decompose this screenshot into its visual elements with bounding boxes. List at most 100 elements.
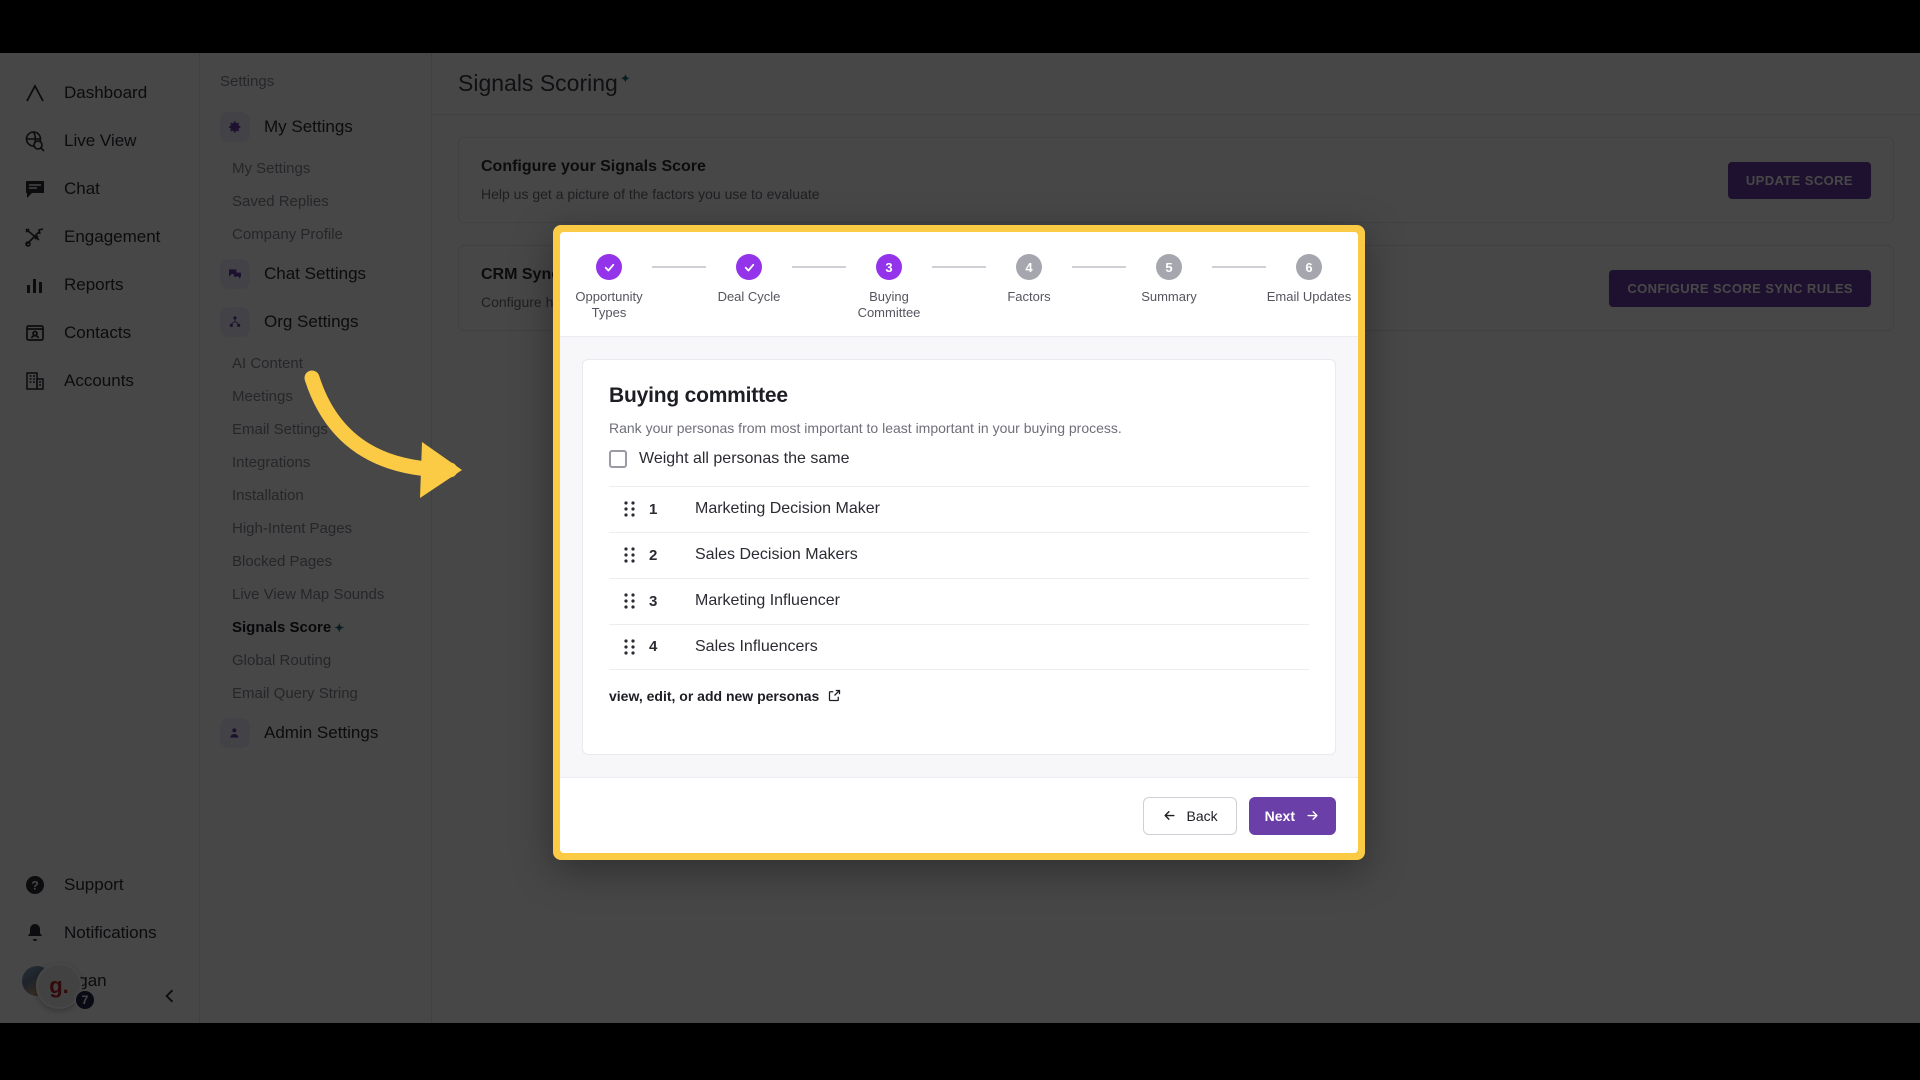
persona-row[interactable]: 3 Marketing Influencer <box>609 577 1309 624</box>
drag-handle-icon[interactable] <box>609 501 649 517</box>
nav-item-accounts[interactable]: Accounts <box>0 357 199 405</box>
nav-item-live-view[interactable]: Live View <box>0 117 199 165</box>
arrow-left-icon <box>1162 808 1177 823</box>
settings-item-email-query-string[interactable]: Email Query String <box>200 677 431 710</box>
settings-group-admin-settings[interactable]: Admin Settings <box>200 710 431 756</box>
page-title-text: Signals Scoring <box>458 70 618 96</box>
settings-item-my-settings[interactable]: My Settings <box>200 152 431 185</box>
notification-count-badge: 7 <box>74 989 96 1011</box>
primary-navigation: Dashboard Live View Chat Engagement Repo… <box>0 53 200 1023</box>
contact-card-icon <box>22 320 48 346</box>
settings-group-my-settings[interactable]: My Settings <box>200 104 431 150</box>
settings-item-blocked-pages[interactable]: Blocked Pages <box>200 545 431 578</box>
sparkle-icon: ✦ <box>334 620 345 635</box>
weight-all-personas-checkbox[interactable] <box>609 449 627 468</box>
persona-row[interactable]: 2 Sales Decision Makers <box>609 531 1309 578</box>
persona-row[interactable]: 4 Sales Influencers <box>609 623 1309 670</box>
configure-score-sync-rules-button[interactable]: CONFIGURE SCORE SYNC RULES <box>1609 269 1871 307</box>
persona-name: Marketing Decision Maker <box>695 500 880 517</box>
nav-item-notifications[interactable]: Notifications <box>0 909 199 957</box>
chat-settings-icon <box>220 259 250 289</box>
settings-item-integrations[interactable]: Integrations <box>200 446 431 479</box>
settings-item-saved-replies[interactable]: Saved Replies <box>200 185 431 218</box>
card-title: Configure your Signals Score <box>481 158 706 175</box>
bell-icon <box>22 920 48 946</box>
step-indicator-current: 3 <box>876 254 902 280</box>
persona-ranking-list: 1 Marketing Decision Maker 2 Sales Decis… <box>609 485 1309 670</box>
step-email-updates[interactable]: 6 Email Updates <box>1266 254 1352 305</box>
step-summary[interactable]: 5 Summary <box>1126 254 1212 305</box>
settings-item-label: Company Profile <box>232 226 343 243</box>
settings-item-label: Global Routing <box>232 652 332 669</box>
nav-label: Live View <box>64 131 137 150</box>
persona-name: Marketing Influencer <box>695 592 840 609</box>
settings-item-label: Email Settings <box>232 421 328 438</box>
svg-text:?: ? <box>31 879 38 893</box>
step-factors[interactable]: 4 Factors <box>986 254 1072 305</box>
settings-item-label: Email Query String <box>232 685 358 702</box>
drag-handle-icon[interactable] <box>609 547 649 563</box>
signals-score-wizard-modal: Opportunity Types Deal Cycle 3 Buying Co… <box>553 225 1365 860</box>
step-indicator: 5 <box>1156 254 1182 280</box>
checkbox-label: Weight all personas the same <box>639 449 850 467</box>
settings-item-label: Installation <box>232 487 304 504</box>
view-edit-personas-link[interactable]: view, edit, or add new personas <box>609 688 842 704</box>
screen: Dashboard Live View Chat Engagement Repo… <box>0 0 1920 1080</box>
persona-rank: 4 <box>649 638 658 655</box>
settings-item-company-profile[interactable]: Company Profile <box>200 218 431 251</box>
nav-item-engagement[interactable]: Engagement <box>0 213 199 261</box>
persona-row[interactable]: 1 Marketing Decision Maker <box>609 485 1309 532</box>
panel-title: Buying committee <box>609 383 788 407</box>
nav-label: Accounts <box>64 371 134 390</box>
globe-search-icon <box>22 128 48 154</box>
settings-item-signals-score[interactable]: Signals Score ✦ <box>200 611 431 644</box>
settings-item-email-settings[interactable]: Email Settings <box>200 413 431 446</box>
collapse-sidebar-button[interactable] <box>159 985 181 1007</box>
next-button-label: Next <box>1264 807 1295 824</box>
nav-label: Contacts <box>64 323 132 342</box>
settings-item-global-routing[interactable]: Global Routing <box>200 644 431 677</box>
bar-chart-icon <box>22 272 48 298</box>
settings-item-meetings[interactable]: Meetings <box>200 380 431 413</box>
settings-item-label: Live View Map Sounds <box>232 586 385 603</box>
page-header: Signals Scoring ✦ <box>432 53 1920 115</box>
arrow-right-icon <box>1305 808 1320 823</box>
settings-item-label: Signals Score <box>232 619 332 636</box>
nav-item-support[interactable]: ? Support <box>0 861 199 909</box>
help-circle-icon: ? <box>22 872 48 898</box>
step-label: Summary <box>1141 289 1197 304</box>
settings-item-label: Saved Replies <box>232 193 329 210</box>
settings-item-high-intent-pages[interactable]: High-Intent Pages <box>200 512 431 545</box>
modal-inner: Opportunity Types Deal Cycle 3 Buying Co… <box>560 232 1358 853</box>
nav-label: Chat <box>64 179 100 198</box>
persona-rank: 2 <box>649 546 658 564</box>
step-opportunity-types[interactable]: Opportunity Types <box>566 254 652 322</box>
drag-handle-icon[interactable] <box>609 593 649 609</box>
settings-item-installation[interactable]: Installation <box>200 479 431 512</box>
nav-item-contacts[interactable]: Contacts <box>0 309 199 357</box>
nav-item-chat[interactable]: Chat <box>0 165 199 213</box>
settings-item-live-view-map-sounds[interactable]: Live View Map Sounds <box>200 578 431 611</box>
update-score-button[interactable]: UPDATE SCORE <box>1727 161 1871 199</box>
step-connector <box>1072 266 1126 268</box>
persona-name: Sales Influencers <box>695 637 818 655</box>
settings-item-label: High-Intent Pages <box>232 520 353 537</box>
settings-item-label: Meetings <box>232 388 293 405</box>
weight-all-personas-checkbox-row[interactable]: Weight all personas the same <box>609 449 1309 468</box>
chat-bubble-icon <box>22 176 48 202</box>
settings-item-ai-content[interactable]: AI Content <box>200 347 431 380</box>
step-label: Email Updates <box>1266 289 1352 304</box>
back-button[interactable]: Back <box>1142 796 1237 835</box>
settings-group-org-settings[interactable]: Org Settings <box>200 299 431 345</box>
nav-label: Dashboard <box>64 83 148 102</box>
gear-icon <box>220 112 250 142</box>
card-text-group: Configure your Signals Score Help us get… <box>481 158 820 202</box>
step-buying-committee[interactable]: 3 Buying Committee <box>846 254 932 322</box>
page-title: Signals Scoring ✦ <box>458 70 631 97</box>
next-button[interactable]: Next <box>1248 796 1336 835</box>
nav-item-dashboard[interactable]: Dashboard <box>0 69 199 117</box>
drag-handle-icon[interactable] <box>609 638 649 655</box>
step-deal-cycle[interactable]: Deal Cycle <box>706 254 792 305</box>
nav-item-reports[interactable]: Reports <box>0 261 199 309</box>
settings-group-chat-settings[interactable]: Chat Settings <box>200 251 431 297</box>
